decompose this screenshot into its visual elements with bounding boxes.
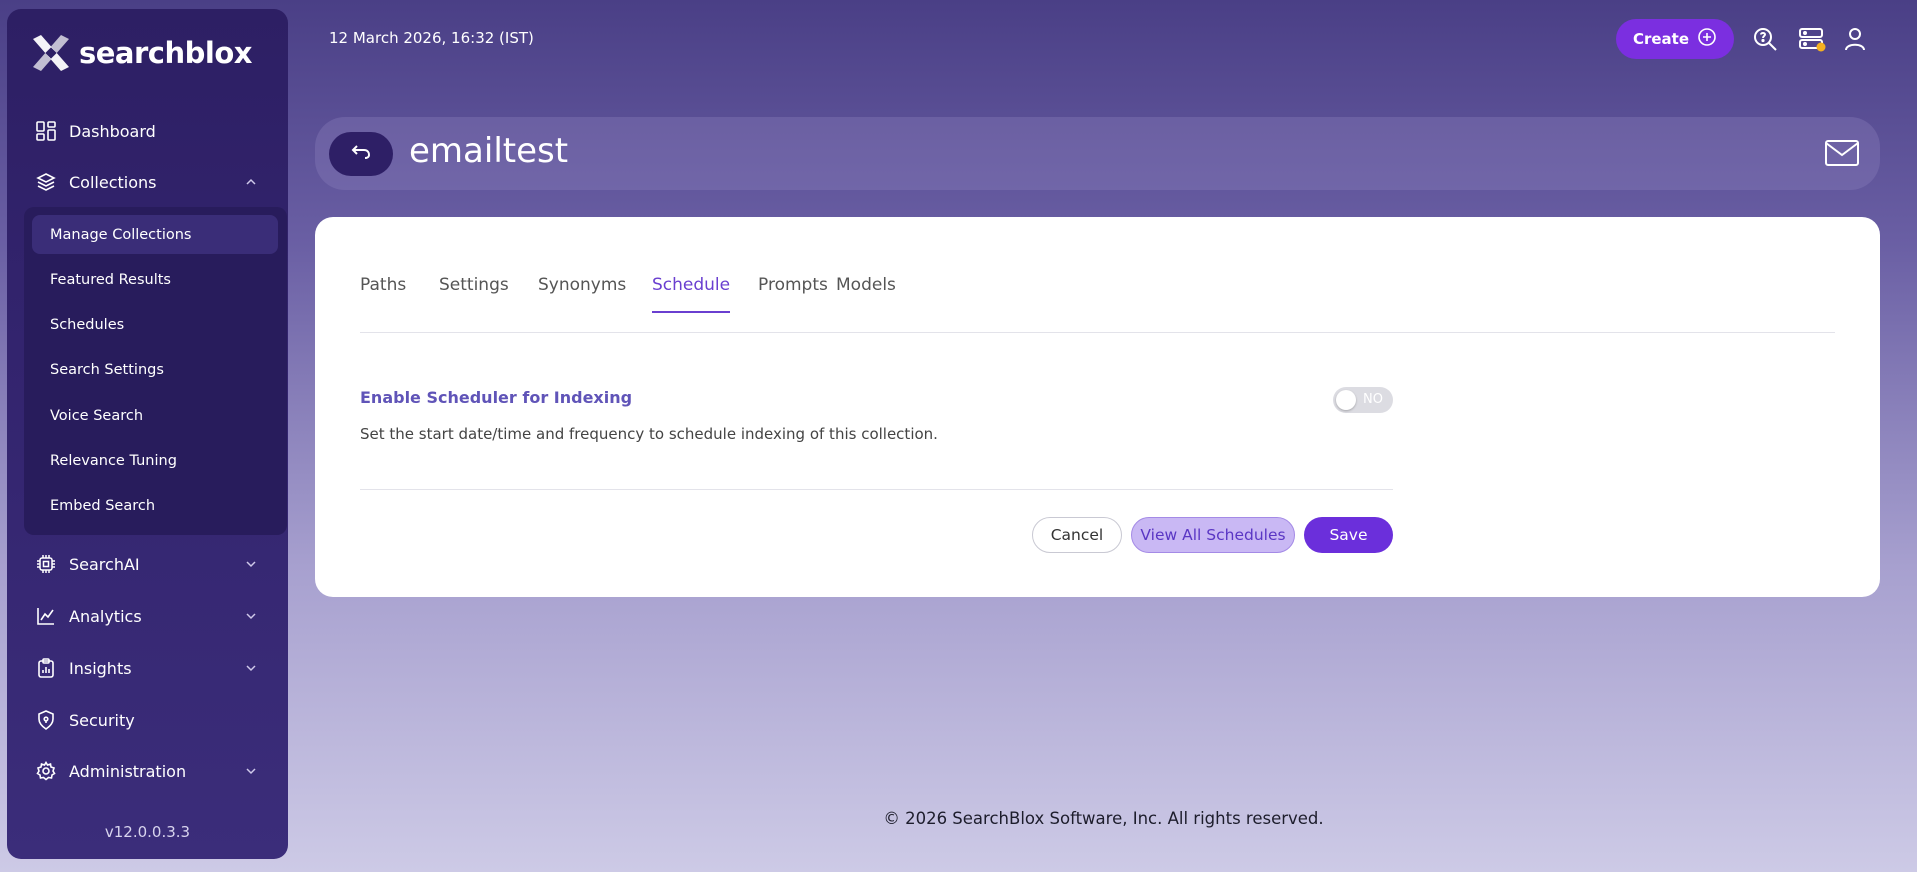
collections-submenu: Manage Collections Featured Results Sche…: [24, 207, 287, 535]
toggle-knob: [1336, 390, 1356, 410]
back-arrow-icon: [350, 142, 372, 166]
sidebar-item-dashboard[interactable]: Dashboard: [35, 113, 268, 149]
chevron-down-icon[interactable]: [244, 660, 258, 674]
sidebar-item-security[interactable]: Security: [35, 702, 268, 738]
submenu-item-schedules[interactable]: Schedules: [32, 305, 278, 344]
create-button[interactable]: Create: [1616, 19, 1734, 59]
page-title: emailtest: [409, 131, 569, 171]
brand-name: searchblox: [79, 36, 252, 70]
tab-prompts[interactable]: Prompts: [758, 275, 828, 311]
sidebar-item-searchai[interactable]: SearchAI: [35, 546, 268, 582]
create-button-label: Create: [1632, 30, 1690, 48]
sidebar-item-label: Collections: [69, 172, 157, 192]
sidebar-item-insights[interactable]: Insights: [35, 650, 268, 686]
sidebar-item-label: SearchAI: [69, 554, 140, 574]
sidebar-item-label: Insights: [69, 658, 132, 678]
sidebar-item-label: Security: [69, 710, 135, 730]
footer-copyright: © 2026 SearchBlox Software, Inc. All rig…: [883, 809, 1324, 828]
tab-settings[interactable]: Settings: [439, 275, 509, 311]
sidebar-item-label: Administration: [69, 761, 187, 781]
cancel-button[interactable]: Cancel: [1032, 517, 1122, 553]
clipboard-icon: [35, 657, 57, 679]
sidebar-item-analytics[interactable]: Analytics: [35, 598, 268, 634]
server-status-icon[interactable]: [1798, 26, 1826, 52]
analytics-icon: [35, 605, 57, 627]
submenu-item-search-settings[interactable]: Search Settings: [32, 350, 278, 389]
sidebar-item-label: Analytics: [69, 606, 142, 626]
sidebar-item-collections[interactable]: Collections: [35, 164, 268, 200]
search-icon[interactable]: [1752, 26, 1778, 52]
chevron-down-icon[interactable]: [244, 608, 258, 622]
tab-paths[interactable]: Paths: [360, 275, 406, 311]
scheduler-description: Set the start date/time and frequency to…: [360, 425, 938, 443]
sidebar: searchblox Dashboard Collections Manage …: [7, 9, 288, 859]
plus-circle-icon: [1697, 27, 1717, 51]
sidebar-item-administration[interactable]: Administration: [35, 753, 268, 789]
mail-icon[interactable]: [1824, 137, 1860, 169]
back-button[interactable]: [329, 132, 393, 176]
gear-icon: [35, 760, 57, 782]
tab-schedule[interactable]: Schedule: [652, 275, 731, 313]
collection-tabs: Paths Settings Synonyms Schedule Prompts…: [360, 275, 1835, 333]
submenu-item-featured-results[interactable]: Featured Results: [32, 260, 278, 299]
tab-synonyms[interactable]: Synonyms: [538, 275, 626, 311]
page-header: emailtest: [315, 117, 1880, 190]
scheduler-title: Enable Scheduler for Indexing: [360, 388, 633, 407]
user-icon[interactable]: [1842, 26, 1868, 52]
tab-models[interactable]: Models: [836, 275, 896, 311]
view-all-schedules-button[interactable]: View All Schedules: [1131, 517, 1295, 553]
submenu-item-relevance-tuning[interactable]: Relevance Tuning: [32, 441, 278, 480]
dashboard-icon: [35, 120, 57, 142]
schedule-card: Paths Settings Synonyms Schedule Prompts…: [315, 217, 1880, 597]
chevron-down-icon[interactable]: [244, 556, 258, 570]
submenu-item-voice-search[interactable]: Voice Search: [32, 396, 278, 435]
chevron-down-icon[interactable]: [244, 763, 258, 777]
submenu-item-manage-collections[interactable]: Manage Collections: [32, 215, 278, 254]
toggle-label: NO: [1363, 392, 1383, 407]
chevron-up-icon[interactable]: [244, 174, 258, 188]
chip-icon: [35, 553, 57, 575]
sidebar-item-label: Dashboard: [69, 121, 156, 141]
layers-icon: [35, 171, 57, 193]
save-button[interactable]: Save: [1304, 517, 1393, 553]
current-datetime: 12 March 2026, 16:32 (IST): [329, 29, 534, 47]
shield-icon: [35, 709, 57, 731]
scheduler-toggle[interactable]: NO: [1333, 387, 1393, 413]
searchblox-logo-icon: [29, 31, 73, 75]
brand-logo[interactable]: searchblox: [29, 31, 252, 75]
submenu-item-embed-search[interactable]: Embed Search: [32, 486, 278, 525]
divider: [360, 489, 1393, 490]
